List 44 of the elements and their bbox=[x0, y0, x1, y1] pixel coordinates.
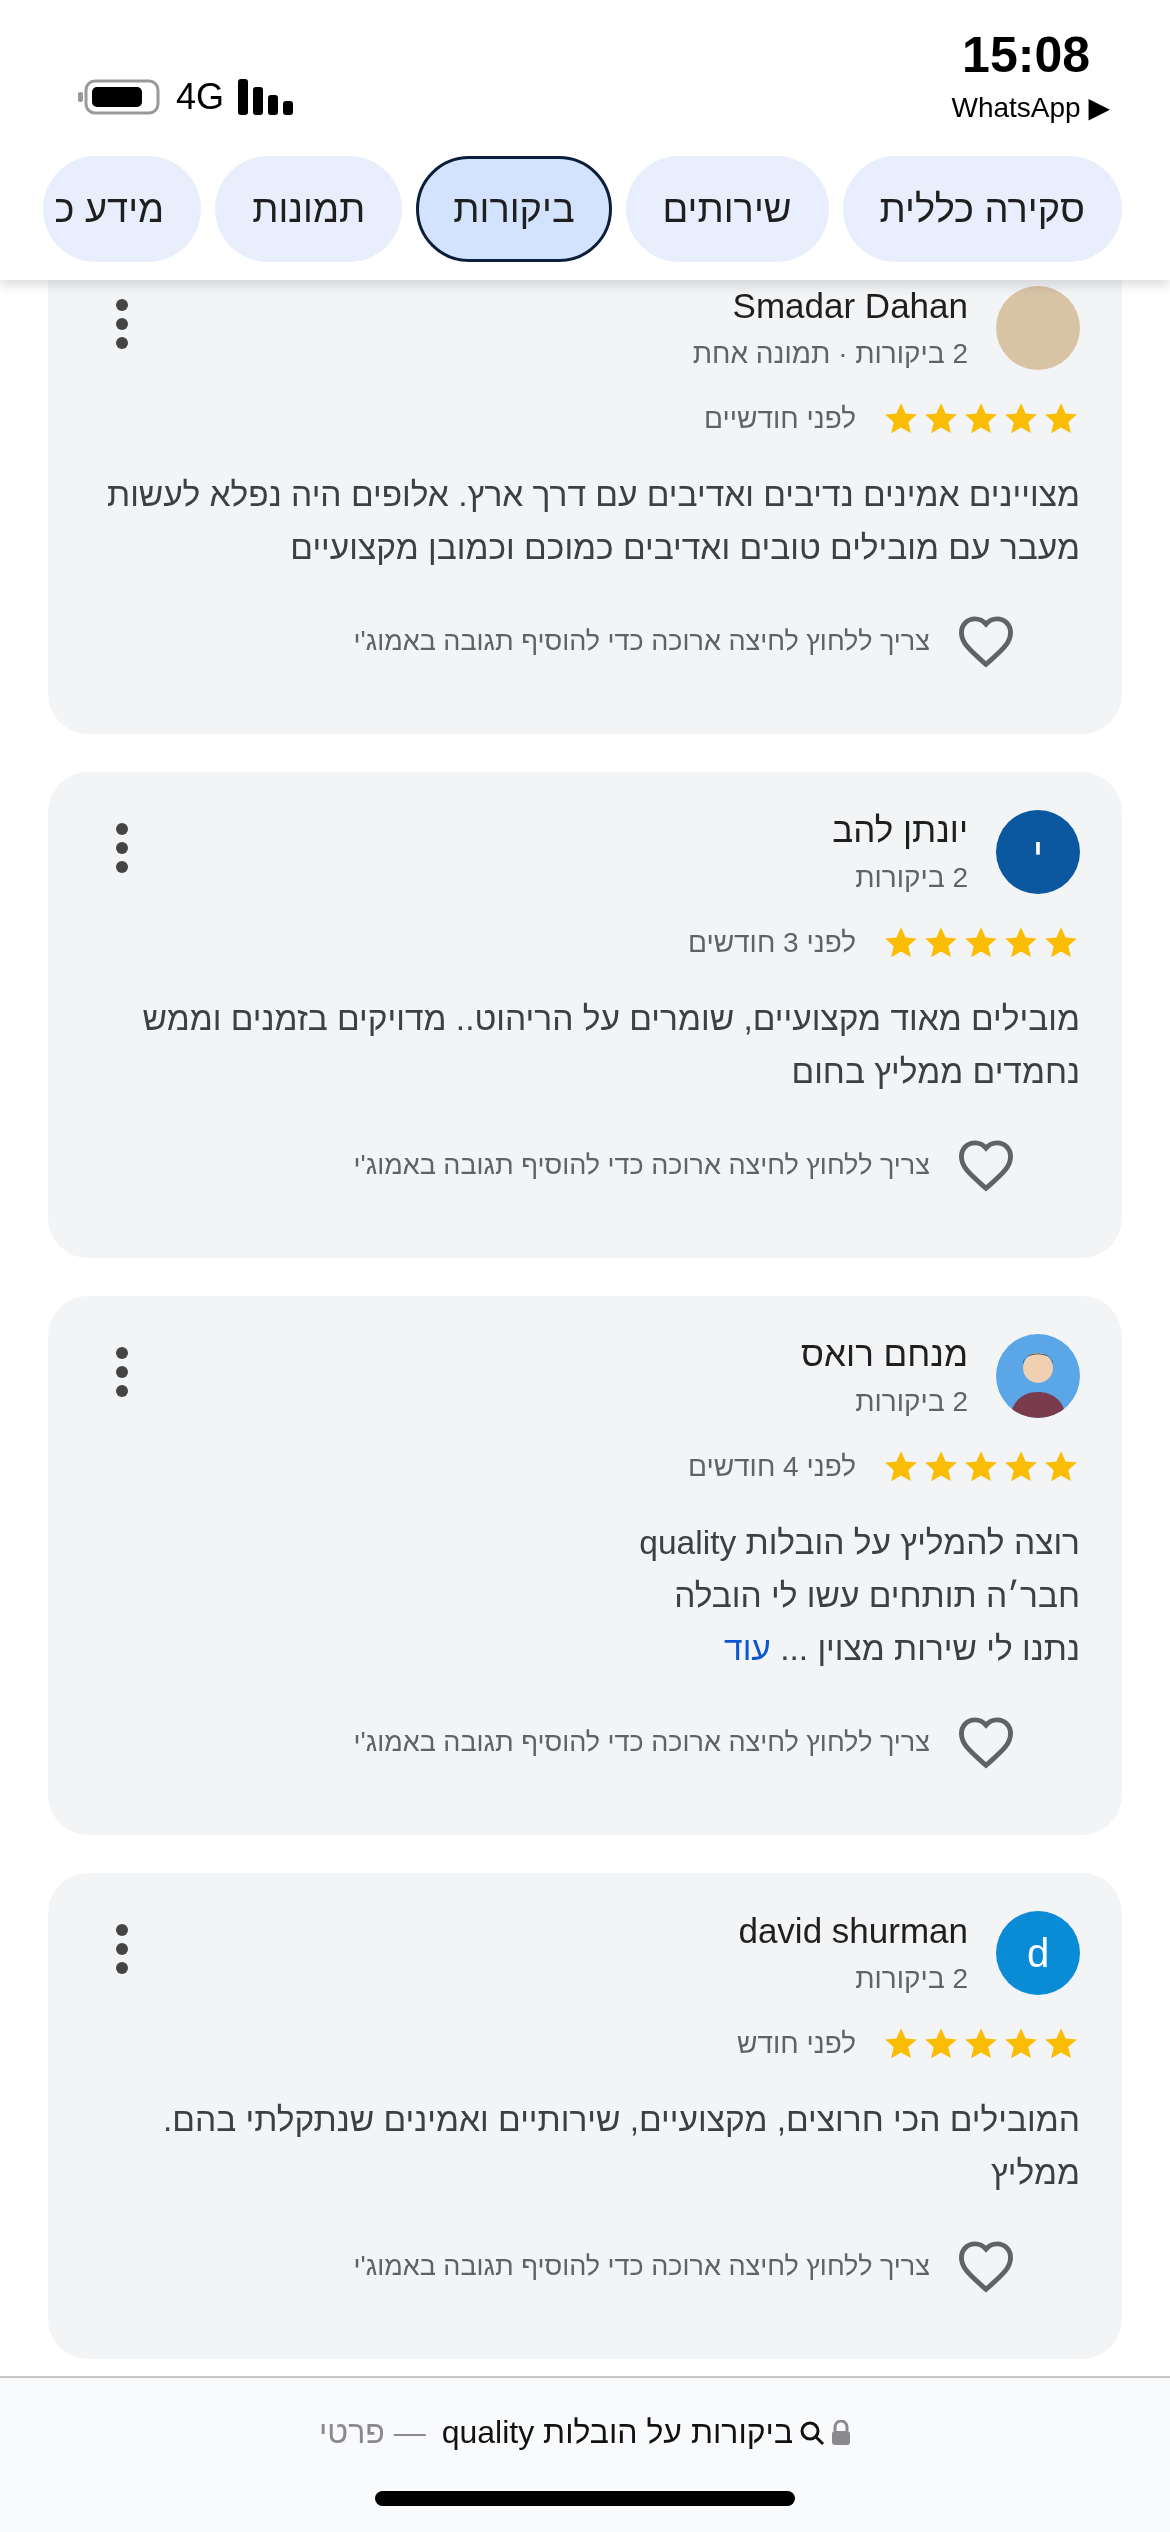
avatar: י bbox=[996, 810, 1080, 894]
clock-time: 15:08 bbox=[962, 28, 1090, 83]
reviewer-meta: 2 ביקורות · תמונה אחת bbox=[692, 338, 968, 370]
back-to-app-link[interactable]: WhatsApp ▶ bbox=[951, 91, 1110, 124]
reply-hint: צריך ללחוץ לחיצה ארוכה כדי להוסיף תגובה באמוג'י bbox=[353, 2250, 930, 2282]
reviewer-name: מנחם רואס bbox=[801, 1334, 968, 1374]
page-title[interactable]: ביקורות על הובלות quality bbox=[441, 2414, 794, 2451]
avatar: d bbox=[996, 1911, 1080, 1995]
more-options-icon[interactable] bbox=[114, 1923, 130, 1975]
heart-icon[interactable] bbox=[956, 1138, 1016, 1192]
review-time: לפני חודשיים bbox=[704, 403, 856, 435]
tab[interactable]: תמונות bbox=[215, 156, 403, 262]
review-time: לפני חודש bbox=[737, 2028, 856, 2060]
reviewer-name: david shurman bbox=[738, 1911, 968, 1951]
more-link[interactable]: עוד bbox=[724, 1630, 771, 1667]
reviewer-name: יונתן להב bbox=[832, 810, 968, 850]
reviewer-meta: 2 ביקורות bbox=[855, 862, 968, 894]
reviewer-meta: 2 ביקורות bbox=[855, 1386, 968, 1418]
review-text: רוצה להמליץ על הובלות quality חבר׳ה תותחים עשו לי הובלה נתנו לי שירות מצוין ... עוד bbox=[638, 1523, 1080, 1669]
review-text: מצויינים אמינים נדיבים ואדיבים עם דרך ארץ. אלופים היה נפלא לעשות מעבר עם מובילים טובים ואדיבים כמוכם וכמובן מקצועיים bbox=[106, 475, 1080, 568]
review-time: לפני 3 חודשים bbox=[687, 927, 856, 959]
more-options-icon[interactable] bbox=[114, 1346, 130, 1398]
battery-icon bbox=[78, 77, 162, 117]
heart-icon[interactable] bbox=[956, 2239, 1016, 2293]
reviewer-meta: 2 ביקורות bbox=[855, 1963, 968, 1995]
lock-icon bbox=[831, 2419, 852, 2446]
reply-hint: צריך ללחוץ לחיצה ארוכה כדי להוסיף תגובה באמוג'י bbox=[353, 1726, 930, 1758]
tab[interactable]: ביקורות bbox=[416, 156, 612, 262]
heart-icon[interactable] bbox=[956, 1715, 1016, 1769]
review-text: מובילים מאוד מקצועיים, שומרים על הריהוט.. מדויקים בזמנים וממש נחמדים ממליץ בחום bbox=[141, 999, 1080, 1092]
network-label: 4G bbox=[176, 76, 225, 118]
reply-hint: צריך ללחוץ לחיצה ארוכה כדי להוסיף תגובה באמוג'י bbox=[353, 625, 930, 657]
tab[interactable]: סקירה כללית bbox=[842, 156, 1122, 262]
heart-icon[interactable] bbox=[956, 614, 1016, 668]
tab[interactable]: מידע כ bbox=[43, 156, 202, 262]
search-icon bbox=[799, 2419, 826, 2446]
more-options-icon[interactable] bbox=[114, 822, 130, 874]
review-text: המובילים הכי חרוצים, מקצועיים, שירותיים ואמינים שנתקלתי בהם. ממליץ bbox=[161, 2100, 1080, 2193]
more-options-icon[interactable] bbox=[114, 298, 130, 350]
reply-hint: צריך ללחוץ לחיצה ארוכה כדי להוסיף תגובה באמוג'י bbox=[353, 1149, 930, 1181]
review-time: לפני 4 חודשים bbox=[687, 1451, 856, 1483]
reviewer-name: Smadar Dahan bbox=[732, 286, 968, 326]
private-label: — פרטי bbox=[318, 2414, 426, 2451]
tab[interactable]: שירותים bbox=[625, 156, 829, 262]
